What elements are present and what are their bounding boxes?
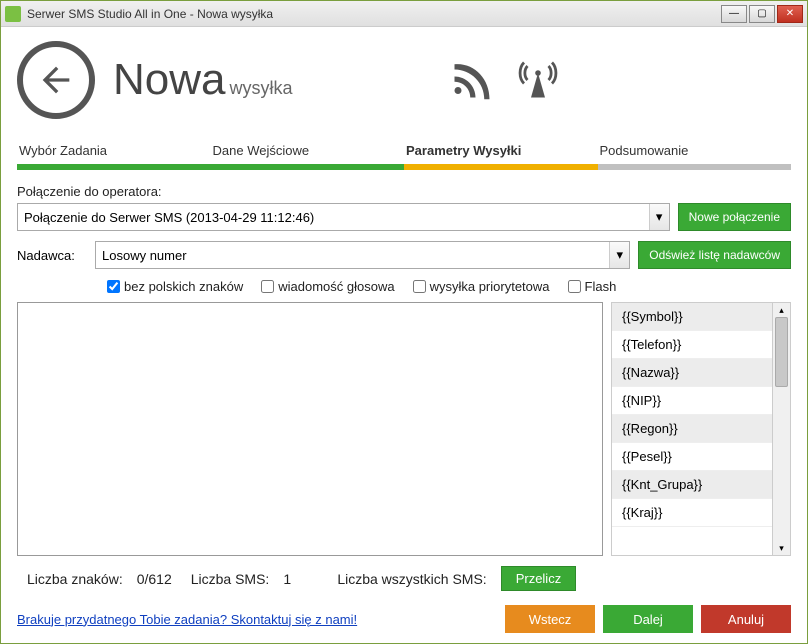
recalculate-button[interactable]: Przelicz <box>501 566 577 591</box>
option-priority[interactable]: wysyłka priorytetowa <box>413 279 550 294</box>
maximize-button[interactable]: ▢ <box>749 5 775 23</box>
connection-row: Połączenie do Serwer SMS (2013-04-29 11:… <box>17 203 791 231</box>
step-1[interactable]: Wybór Zadania <box>17 139 211 162</box>
sender-select[interactable]: Losowy numer ▾ <box>95 241 630 269</box>
progress-seg-3 <box>404 164 598 170</box>
sender-row: Nadawca: Losowy numer ▾ Odśwież listę na… <box>17 241 791 269</box>
step-3[interactable]: Parametry Wysyłki <box>404 139 598 162</box>
sender-label: Nadawca: <box>17 248 87 263</box>
char-count-value: 0/612 <box>137 571 177 587</box>
app-window: Serwer SMS Studio All in One - Nowa wysy… <box>0 0 808 644</box>
new-connection-button[interactable]: Nowe połączenie <box>678 203 791 231</box>
placeholder-item[interactable]: {{Kraj}} <box>612 499 772 527</box>
sms-count-label: Liczba SMS: <box>191 571 270 587</box>
arrow-left-icon <box>36 60 76 100</box>
connection-label: Połączenie do operatora: <box>17 184 791 199</box>
option-no-polish[interactable]: bez polskich znaków <box>107 279 243 294</box>
antenna-icon <box>517 59 559 101</box>
scroll-down-icon[interactable]: ▾ <box>773 541 790 555</box>
minimize-button[interactable]: — <box>721 5 747 23</box>
placeholder-item[interactable]: {{Regon}} <box>612 415 772 443</box>
wizard-cancel-button[interactable]: Anuluj <box>701 605 791 633</box>
sender-selected: Losowy numer <box>102 248 187 263</box>
refresh-senders-button[interactable]: Odśwież listę nadawców <box>638 241 791 269</box>
option-flash-checkbox[interactable] <box>568 280 581 293</box>
wizard-progress <box>17 164 791 170</box>
wizard-steps: Wybór Zadania Dane Wejściowe Parametry W… <box>17 139 791 162</box>
close-button[interactable]: ✕ <box>777 5 803 23</box>
content-area: Nowawysyłka Wybór Zadania Dane Wejściowe… <box>1 27 807 643</box>
connection-select[interactable]: Połączenie do Serwer SMS (2013-04-29 11:… <box>17 203 670 231</box>
titlebar: Serwer SMS Studio All in One - Nowa wysy… <box>1 1 807 27</box>
placeholder-item[interactable]: {{Knt_Grupa}} <box>612 471 772 499</box>
page-header: Nowawysyłka <box>17 41 791 119</box>
page-title-sub: wysyłka <box>230 78 293 98</box>
placeholder-scrollbar[interactable]: ▴ ▾ <box>772 303 790 555</box>
message-textarea[interactable] <box>17 302 603 556</box>
back-button[interactable] <box>17 41 95 119</box>
wizard-next-button[interactable]: Dalej <box>603 605 693 633</box>
scroll-thumb[interactable] <box>775 317 788 387</box>
app-icon <box>5 6 21 22</box>
option-priority-checkbox[interactable] <box>413 280 426 293</box>
sms-count-value: 1 <box>283 571 323 587</box>
option-voice[interactable]: wiadomość głosowa <box>261 279 394 294</box>
progress-seg-1 <box>17 164 211 170</box>
option-no-polish-checkbox[interactable] <box>107 280 120 293</box>
page-title: Nowawysyłka <box>113 55 293 105</box>
contact-link[interactable]: Brakuje przydatnego Tobie zadania? Skont… <box>17 612 497 627</box>
placeholder-panel: {{Symbol}} {{Telefon}} {{Nazwa}} {{NIP}}… <box>611 302 791 556</box>
placeholder-item[interactable]: {{Nazwa}} <box>612 359 772 387</box>
chevron-down-icon: ▾ <box>609 242 629 268</box>
window-title: Serwer SMS Studio All in One - Nowa wysy… <box>27 7 715 21</box>
total-sms-label: Liczba wszystkich SMS: <box>337 571 486 587</box>
char-count-label: Liczba znaków: <box>27 571 123 587</box>
chevron-down-icon: ▾ <box>649 204 669 230</box>
placeholder-item[interactable]: {{Pesel}} <box>612 443 772 471</box>
progress-seg-2 <box>211 164 405 170</box>
page-title-main: Nowa <box>113 55 226 104</box>
options-row: bez polskich znaków wiadomość głosowa wy… <box>107 279 791 294</box>
placeholder-item[interactable]: {{NIP}} <box>612 387 772 415</box>
placeholder-item[interactable]: {{Telefon}} <box>612 331 772 359</box>
step-2[interactable]: Dane Wejściowe <box>211 139 405 162</box>
footer: Brakuje przydatnego Tobie zadania? Skont… <box>17 601 791 633</box>
wizard-back-button[interactable]: Wstecz <box>505 605 595 633</box>
progress-seg-4 <box>598 164 792 170</box>
option-flash[interactable]: Flash <box>568 279 617 294</box>
scroll-up-icon[interactable]: ▴ <box>773 303 790 317</box>
option-voice-checkbox[interactable] <box>261 280 274 293</box>
window-buttons: — ▢ ✕ <box>721 5 803 23</box>
header-icons <box>451 59 559 101</box>
editor-row: {{Symbol}} {{Telefon}} {{Nazwa}} {{NIP}}… <box>17 302 791 556</box>
placeholder-list: {{Symbol}} {{Telefon}} {{Nazwa}} {{NIP}}… <box>612 303 772 555</box>
connection-selected: Połączenie do Serwer SMS (2013-04-29 11:… <box>24 210 314 225</box>
placeholder-item[interactable]: {{Symbol}} <box>612 303 772 331</box>
counts-row: Liczba znaków: 0/612 Liczba SMS: 1 Liczb… <box>27 566 791 591</box>
step-4[interactable]: Podsumowanie <box>598 139 792 162</box>
rss-icon <box>451 59 493 101</box>
